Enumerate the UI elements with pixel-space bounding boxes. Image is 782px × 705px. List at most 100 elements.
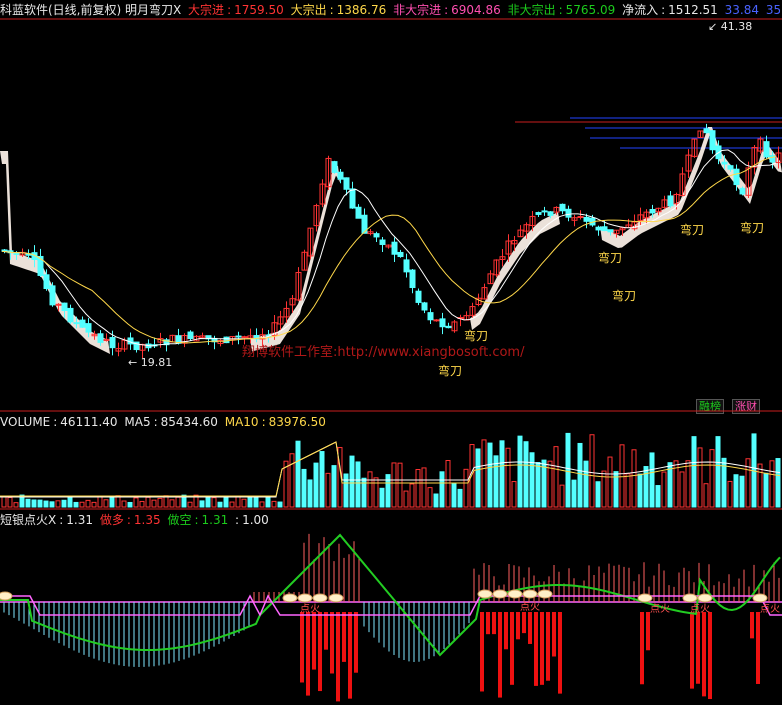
volume-bar bbox=[415, 469, 421, 508]
candle-body bbox=[565, 208, 572, 218]
volume-bar bbox=[355, 461, 361, 508]
volume-bar bbox=[91, 501, 97, 508]
volume-bar bbox=[463, 468, 469, 508]
volume-bar bbox=[595, 481, 601, 508]
volume-bar bbox=[97, 495, 103, 508]
volume-bar bbox=[151, 499, 157, 508]
volume-bar bbox=[733, 474, 739, 508]
volume-bar bbox=[79, 501, 85, 508]
volume-bar bbox=[229, 501, 235, 508]
candle-body bbox=[415, 290, 422, 303]
volume-bar bbox=[523, 441, 529, 508]
candle-body bbox=[43, 274, 50, 290]
volume-bar bbox=[403, 490, 409, 508]
volume-bar bbox=[715, 436, 721, 508]
volume-bar bbox=[685, 460, 691, 508]
volume-bar bbox=[391, 462, 397, 508]
volume-bar bbox=[67, 497, 73, 508]
candle-body bbox=[427, 312, 434, 321]
volume-bar bbox=[301, 468, 307, 508]
fire-marker bbox=[328, 593, 344, 603]
candle-body bbox=[583, 216, 590, 222]
volume-bar bbox=[775, 458, 781, 508]
fire-marker bbox=[537, 589, 553, 599]
volume-bar bbox=[43, 500, 49, 508]
volume-bar bbox=[373, 477, 379, 508]
candle-body bbox=[547, 211, 554, 216]
volume-bar bbox=[211, 497, 217, 508]
volume-bar bbox=[235, 496, 241, 508]
candle-body bbox=[601, 226, 608, 232]
candle-body bbox=[379, 239, 386, 245]
fire-label: 点火 bbox=[300, 603, 320, 615]
indicator-red-bar bbox=[558, 612, 562, 694]
candle-body bbox=[649, 209, 656, 214]
indicator-red-bar bbox=[348, 612, 352, 699]
fire-label: 点火 bbox=[520, 601, 540, 613]
low-label: ← 19.81 bbox=[128, 356, 172, 369]
volume-bar bbox=[187, 501, 193, 508]
fire-marker bbox=[682, 593, 698, 603]
volume-bar bbox=[217, 501, 223, 508]
candle-body bbox=[541, 210, 548, 213]
volume-bar bbox=[103, 499, 109, 508]
volume-bar bbox=[127, 501, 133, 508]
fire-label: 点火 bbox=[690, 603, 710, 615]
fire-marker bbox=[522, 589, 538, 599]
indicator-red-bar bbox=[690, 612, 694, 689]
indicator-red-bar bbox=[552, 612, 556, 657]
volume-bar bbox=[643, 466, 649, 508]
fire-marker bbox=[282, 593, 298, 603]
volume-bar bbox=[73, 501, 79, 508]
candle-body bbox=[397, 251, 404, 258]
indicator-line-green bbox=[0, 533, 781, 657]
indicator-red-bar bbox=[646, 612, 650, 651]
volume-bar bbox=[157, 497, 163, 508]
volume-bar bbox=[367, 471, 373, 508]
indicator-red-bar bbox=[354, 612, 358, 673]
candle-body bbox=[331, 161, 338, 173]
candle-body bbox=[433, 319, 440, 322]
indicator-red-bar bbox=[336, 612, 340, 702]
indicator-red-bar bbox=[510, 612, 514, 685]
candle-body bbox=[61, 302, 68, 312]
fire-marker bbox=[312, 593, 328, 603]
volume-bar bbox=[457, 488, 463, 508]
indicator-red-bar bbox=[300, 612, 304, 683]
candle-body bbox=[235, 335, 242, 338]
candle-body bbox=[373, 233, 380, 238]
volume-bar bbox=[517, 435, 523, 508]
candle-body bbox=[109, 337, 116, 349]
candle-body bbox=[67, 307, 74, 323]
volume-bar bbox=[427, 487, 433, 508]
indicator-red-bar bbox=[756, 612, 760, 684]
volume-bar bbox=[475, 448, 481, 508]
candle-body bbox=[763, 141, 770, 158]
candle-body bbox=[223, 336, 230, 344]
volume-bar bbox=[307, 479, 313, 508]
volume-bar bbox=[37, 499, 43, 508]
volume-bar bbox=[757, 463, 763, 508]
candle-body bbox=[349, 188, 356, 209]
volume-bar bbox=[109, 497, 115, 508]
fire-marker bbox=[697, 593, 713, 603]
volume-bar bbox=[565, 432, 571, 508]
volume-bar bbox=[619, 444, 625, 508]
indicator-red-bar bbox=[480, 612, 484, 692]
candle-body bbox=[667, 195, 674, 207]
volume-bar bbox=[763, 472, 769, 508]
volume-bar bbox=[271, 500, 277, 508]
candle-body bbox=[559, 203, 566, 212]
volume-bar bbox=[169, 499, 175, 508]
volume-bar bbox=[529, 452, 535, 508]
volume-bar bbox=[61, 499, 67, 508]
signal-label: 弯刀 bbox=[740, 220, 764, 235]
volume-bar bbox=[739, 475, 745, 508]
fire-marker bbox=[477, 589, 493, 599]
volume-bar bbox=[661, 471, 667, 508]
volume-bar bbox=[607, 456, 613, 508]
indicator-red-bar bbox=[696, 612, 700, 684]
indicator-red-bar bbox=[540, 612, 544, 685]
fire-marker bbox=[507, 589, 523, 599]
volume-bar bbox=[451, 482, 457, 508]
